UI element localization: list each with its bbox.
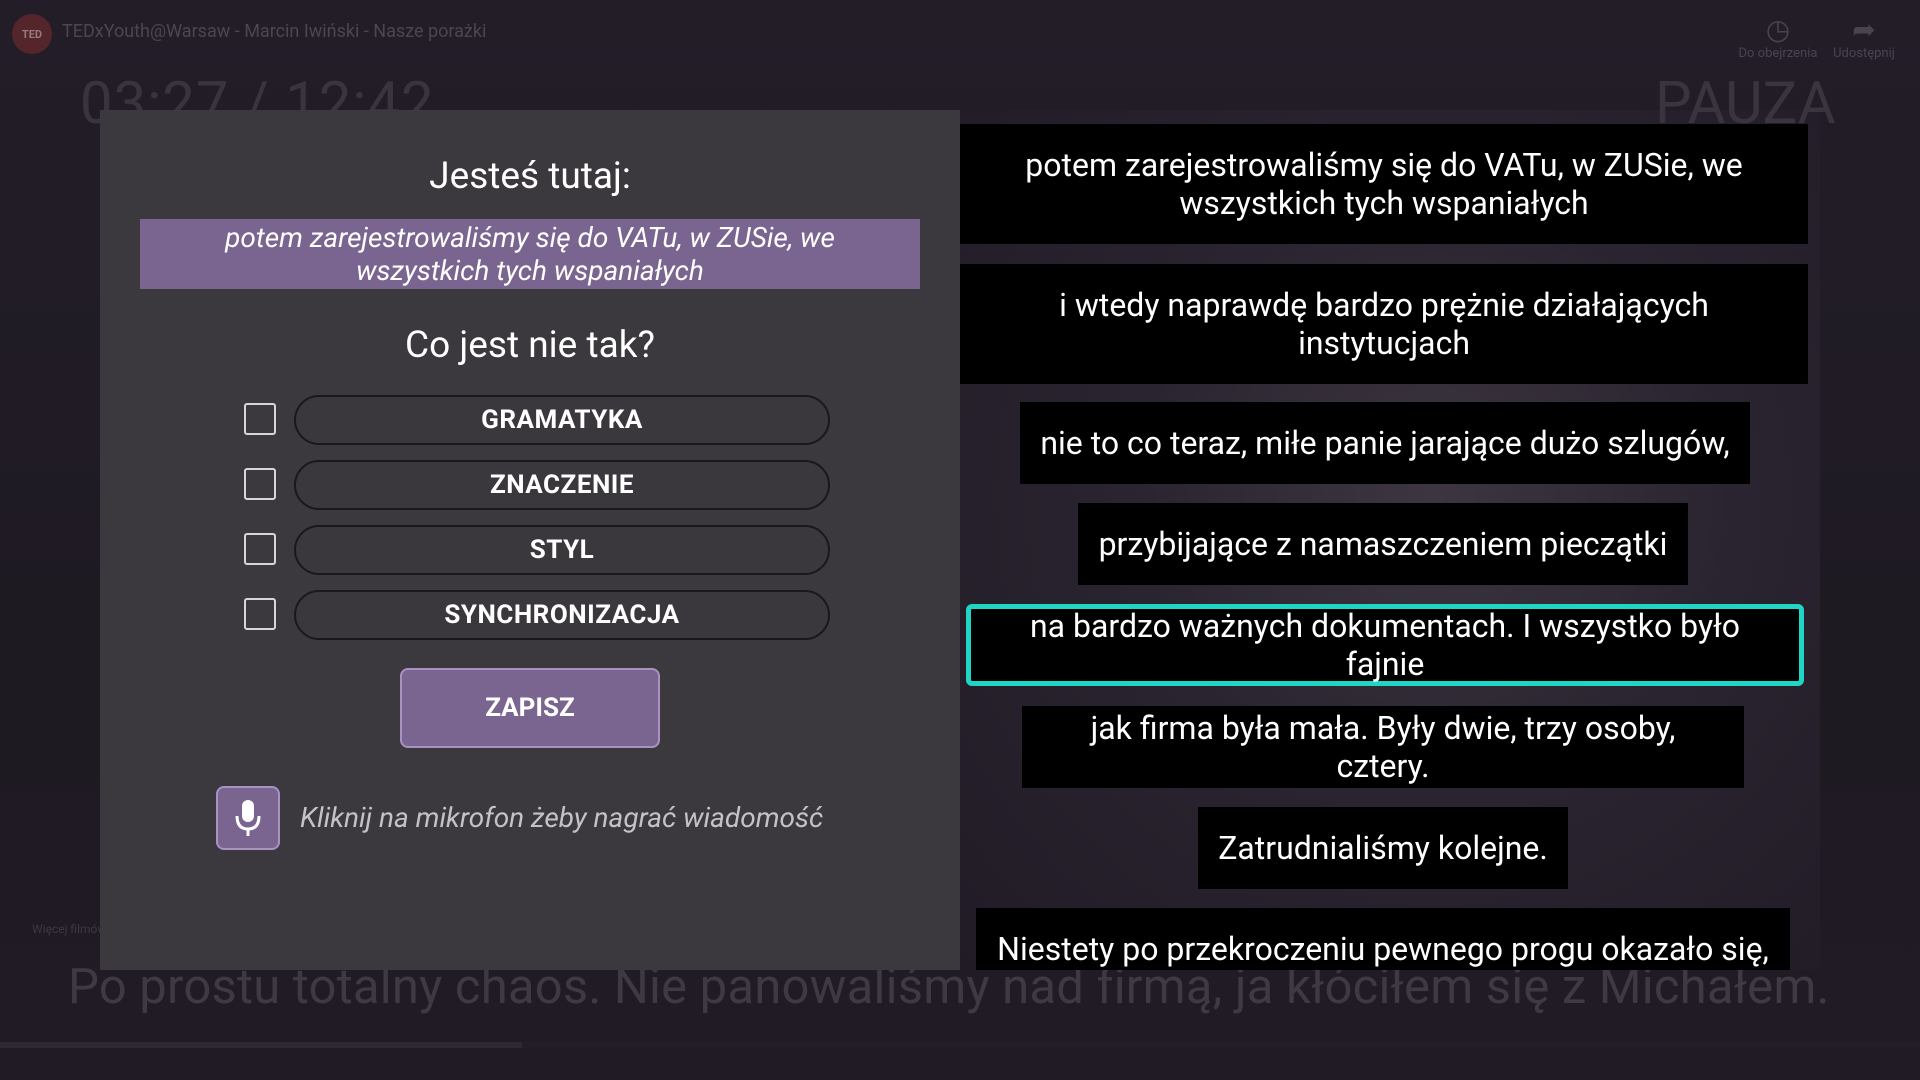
sync-button[interactable]: SYNCHRONIZACJA bbox=[294, 590, 830, 640]
subtitle-item[interactable]: Zatrudnialiśmy kolejne. bbox=[1198, 807, 1568, 889]
current-subtitle-line: potem zarejestrowaliśmy się do VATu, w Z… bbox=[140, 219, 920, 289]
video-title[interactable]: TEDxYouth@Warsaw - Marcin Iwiński - Nasz… bbox=[62, 21, 486, 42]
option-row-style: STYL bbox=[244, 525, 844, 575]
subtitle-item[interactable]: potem zarejestrowaliśmy się do VATu, w Z… bbox=[960, 124, 1808, 244]
option-row-sync: SYNCHRONIZACJA bbox=[244, 590, 844, 640]
style-checkbox[interactable] bbox=[244, 533, 276, 565]
grammar-button[interactable]: GRAMATYKA bbox=[294, 395, 830, 445]
subtitle-item[interactable]: przybijające z namaszczeniem pieczątki bbox=[1078, 503, 1688, 585]
share-label: Udostępnij bbox=[1833, 46, 1895, 61]
feedback-panel: Jesteś tutaj: potem zarejestrowaliśmy si… bbox=[100, 110, 960, 970]
subtitle-item-active[interactable]: na bardzo ważnych dokumentach. I wszystk… bbox=[966, 604, 1804, 686]
sync-checkbox[interactable] bbox=[244, 598, 276, 630]
save-button[interactable]: ZAPISZ bbox=[400, 668, 660, 748]
meaning-button[interactable]: ZNACZENIE bbox=[294, 460, 830, 510]
subtitle-item[interactable]: nie to co teraz, miłe panie jarające duż… bbox=[1020, 402, 1750, 484]
share-button[interactable]: ➦ Udostępnij bbox=[1814, 13, 1914, 62]
more-films-label[interactable]: Więcej filmów bbox=[32, 922, 106, 936]
microphone-button[interactable] bbox=[216, 786, 280, 850]
microphone-hint: Kliknij na mikrofon żeby nagrać wiadomoś… bbox=[300, 801, 824, 834]
watch-later-label: Do obejrzenia bbox=[1738, 46, 1818, 61]
progress-bar-fill bbox=[0, 1042, 523, 1048]
subtitle-item[interactable]: i wtedy naprawdę bardzo prężnie działają… bbox=[960, 264, 1808, 384]
subtitle-item[interactable]: Niestety po przekroczeniu pewnego progu … bbox=[976, 908, 1790, 970]
share-icon: ➦ bbox=[1852, 13, 1876, 46]
clock-icon: ◷ bbox=[1765, 13, 1791, 46]
subtitle-item[interactable]: jak firma była mała. Były dwie, trzy oso… bbox=[1022, 706, 1744, 788]
channel-logo[interactable]: TED bbox=[12, 14, 52, 54]
option-row-grammar: GRAMATYKA bbox=[244, 395, 844, 445]
option-row-meaning: ZNACZENIE bbox=[244, 460, 844, 510]
subtitle-list: potem zarejestrowaliśmy się do VATu, w Z… bbox=[960, 110, 1820, 970]
style-button[interactable]: STYL bbox=[294, 525, 830, 575]
panel-heading: Jesteś tutaj: bbox=[429, 155, 631, 198]
grammar-checkbox[interactable] bbox=[244, 403, 276, 435]
progress-bar[interactable] bbox=[0, 1042, 1920, 1048]
microphone-icon bbox=[235, 800, 261, 836]
watch-later-button[interactable]: ◷ Do obejrzenia bbox=[1728, 13, 1828, 62]
player-top-bar: TED TEDxYouth@Warsaw - Marcin Iwiński - … bbox=[0, 0, 1920, 70]
meaning-checkbox[interactable] bbox=[244, 468, 276, 500]
question-heading: Co jest nie tak? bbox=[405, 324, 655, 367]
